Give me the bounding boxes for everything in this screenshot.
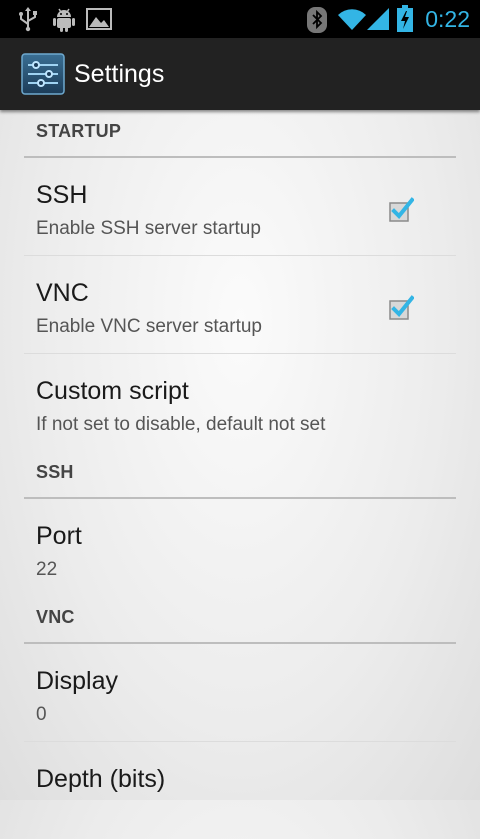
category-label: VNC xyxy=(36,607,75,627)
pref-summary: If not set to disable, default not set xyxy=(36,414,326,435)
category-label: STARTUP xyxy=(36,121,122,141)
pref-title: Display xyxy=(36,667,118,695)
pref-title: SSH xyxy=(36,181,88,209)
status-bar: 0:22 xyxy=(0,0,480,38)
settings-sliders-icon[interactable] xyxy=(21,53,65,95)
pref-summary: Enable VNC server startup xyxy=(36,316,262,337)
pref-summary: 0 xyxy=(36,704,47,725)
usb-icon xyxy=(19,7,37,32)
category-label: SSH xyxy=(36,462,74,482)
pref-ssh-startup[interactable]: SSH Enable SSH server startup xyxy=(24,158,456,256)
category-header-vnc: VNC xyxy=(24,596,456,644)
pref-summary: 22 xyxy=(36,559,58,580)
pref-vnc-display[interactable]: Display 0 xyxy=(24,644,456,742)
pref-vnc-startup[interactable]: VNC Enable VNC server startup xyxy=(24,256,456,354)
pref-title: VNC xyxy=(36,279,89,307)
pref-vnc-depth[interactable]: Depth (bits) xyxy=(24,742,456,839)
ssh-startup-checkbox[interactable] xyxy=(388,197,414,223)
pref-title: Port xyxy=(36,522,82,550)
signal-icon xyxy=(367,8,389,30)
pref-title: Depth (bits) xyxy=(36,765,166,793)
bluetooth-icon xyxy=(307,7,327,33)
pref-title: Custom script xyxy=(36,377,189,405)
preference-list: STARTUP SSH Enable SSH server startup VN… xyxy=(0,110,480,839)
status-time: 0:22 xyxy=(425,6,470,32)
image-notification-icon xyxy=(86,8,112,30)
battery-charging-icon xyxy=(397,5,413,32)
wifi-icon xyxy=(338,9,366,30)
page-title: Settings xyxy=(74,60,165,88)
pref-custom-script[interactable]: Custom script If not set to disable, def… xyxy=(24,354,456,451)
category-header-startup: STARTUP xyxy=(24,110,456,158)
pref-ssh-port[interactable]: Port 22 xyxy=(24,499,456,596)
android-debug-icon xyxy=(53,8,75,32)
action-bar: Settings xyxy=(0,38,480,110)
pref-summary: Enable SSH server startup xyxy=(36,218,261,239)
category-header-ssh: SSH xyxy=(24,451,456,499)
vnc-startup-checkbox[interactable] xyxy=(388,295,414,321)
